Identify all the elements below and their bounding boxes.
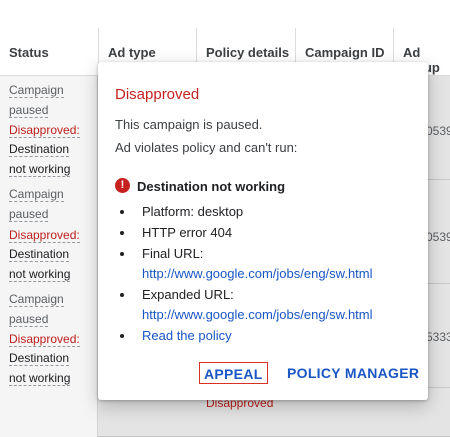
read-policy-link[interactable]: Read the policy bbox=[142, 328, 232, 343]
error-heading: Destination not working bbox=[137, 179, 286, 194]
expanded-url-link[interactable]: http://www.google.com/jobs/eng/sw.html bbox=[142, 307, 373, 322]
column-header-status[interactable]: Status bbox=[9, 45, 49, 60]
final-url-label: Final URL: bbox=[142, 246, 204, 261]
policy-details-dialog: Disapproved This campaign is paused. Ad … bbox=[98, 62, 428, 400]
final-url-link[interactable]: http://www.google.com/jobs/eng/sw.html bbox=[142, 266, 373, 281]
platform-text: Platform: desktop bbox=[142, 204, 244, 219]
list-item: Read the policy bbox=[118, 326, 418, 346]
expanded-url-label: Expanded URL: bbox=[142, 287, 234, 302]
error-icon: ! bbox=[115, 178, 130, 193]
dialog-title: Disapproved bbox=[115, 86, 200, 103]
policy-manager-button[interactable]: POLICY MANAGER bbox=[287, 364, 419, 382]
column-header-ad-type[interactable]: Ad type bbox=[108, 45, 156, 60]
appeal-button[interactable]: APPEAL bbox=[199, 362, 268, 384]
policy-violation-text: Ad violates policy and can't run: bbox=[115, 140, 298, 155]
column-header-campaign-id[interactable]: Campaign ID bbox=[305, 45, 384, 60]
list-item: Platform: desktop bbox=[118, 202, 418, 222]
list-item: HTTP error 404 bbox=[118, 223, 418, 243]
list-item: Expanded URL: http://www.google.com/jobs… bbox=[118, 285, 418, 325]
campaign-paused-text: This campaign is paused. bbox=[115, 117, 263, 132]
http-error-text: HTTP error 404 bbox=[142, 225, 233, 240]
error-details-list: Platform: desktop HTTP error 404 Final U… bbox=[118, 202, 418, 347]
column-header-policy-details[interactable]: Policy details bbox=[206, 45, 289, 60]
list-item: Final URL: http://www.google.com/jobs/en… bbox=[118, 244, 418, 284]
